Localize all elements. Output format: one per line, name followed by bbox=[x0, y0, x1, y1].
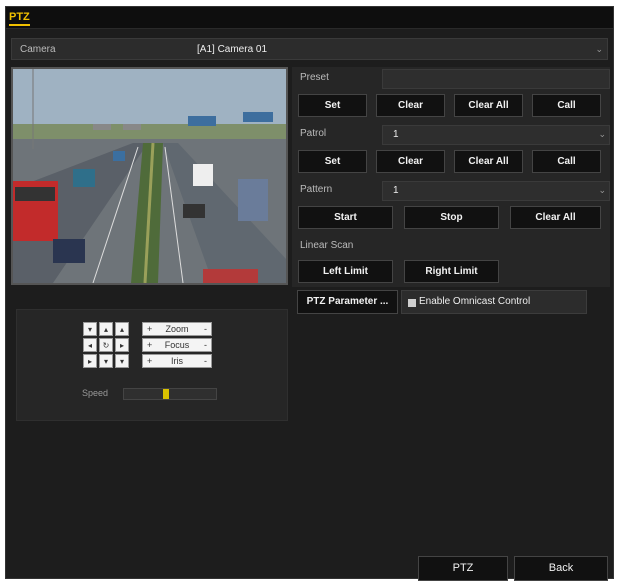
patrol-value: 1 bbox=[393, 129, 399, 140]
focus-far-button[interactable]: - bbox=[204, 339, 207, 351]
omnicast-label: Enable Omnicast Control bbox=[419, 296, 531, 307]
iris-close-button[interactable]: - bbox=[204, 355, 207, 367]
window-title: PTZ bbox=[9, 11, 30, 26]
speed-label: Speed bbox=[82, 388, 109, 398]
arrow-right-icon[interactable]: ▸ bbox=[115, 338, 129, 352]
focus-label: Focus bbox=[164, 340, 190, 350]
arrow-down-right-icon[interactable]: ▾ bbox=[115, 354, 129, 368]
auto-rotate-icon[interactable]: ↻ bbox=[99, 338, 113, 352]
chevron-down-icon: ⌄ bbox=[598, 185, 606, 195]
left-limit-button[interactable]: Left Limit bbox=[298, 260, 393, 283]
chevron-down-icon: ⌄ bbox=[598, 129, 606, 139]
patrol-call-button[interactable]: Call bbox=[532, 150, 601, 173]
pattern-label: Pattern bbox=[300, 184, 333, 195]
right-limit-button[interactable]: Right Limit bbox=[404, 260, 499, 283]
speed-slider-handle[interactable] bbox=[163, 389, 169, 399]
preset-label: Preset bbox=[300, 72, 329, 83]
pattern-stop-button[interactable]: Stop bbox=[404, 206, 499, 229]
arrow-up-icon[interactable]: ▴ bbox=[99, 322, 113, 336]
pattern-value: 1 bbox=[393, 185, 399, 196]
arrow-up-right-icon[interactable]: ▴ bbox=[115, 322, 129, 336]
preset-set-button[interactable]: Set bbox=[298, 94, 367, 117]
pattern-clear-all-button[interactable]: Clear All bbox=[510, 206, 601, 229]
ptz-settings-panel: Preset Set Clear Clear All Call Patrol 1… bbox=[292, 67, 610, 287]
iris-control[interactable]: + Iris - bbox=[142, 354, 212, 368]
preset-clear-button[interactable]: Clear bbox=[376, 94, 445, 117]
zoom-out-button[interactable]: - bbox=[204, 323, 207, 335]
patrol-clear-all-button[interactable]: Clear All bbox=[454, 150, 523, 173]
arrow-down-left-icon[interactable]: ▸ bbox=[83, 354, 97, 368]
preset-clear-all-button[interactable]: Clear All bbox=[454, 94, 523, 117]
focus-control[interactable]: + Focus - bbox=[142, 338, 212, 352]
ptz-window: PTZ Camera [A1] Camera 01 ⌄ Preset Set C… bbox=[5, 6, 614, 581]
camera-select[interactable]: Camera [A1] Camera 01 ⌄ bbox=[11, 38, 608, 60]
checkbox-checked-icon[interactable] bbox=[408, 299, 416, 307]
omnicast-checkbox[interactable]: Enable Omnicast Control bbox=[401, 290, 587, 314]
pattern-start-button[interactable]: Start bbox=[298, 206, 393, 229]
speed-slider[interactable] bbox=[123, 388, 217, 400]
preset-call-button[interactable]: Call bbox=[532, 94, 601, 117]
arrow-up-left-icon[interactable]: ▾ bbox=[83, 322, 97, 336]
patrol-set-button[interactable]: Set bbox=[298, 150, 367, 173]
arrow-down-icon[interactable]: ▾ bbox=[99, 354, 113, 368]
zoom-label: Zoom bbox=[165, 324, 189, 334]
live-video-view bbox=[11, 67, 288, 285]
patrol-clear-button[interactable]: Clear bbox=[376, 150, 445, 173]
camera-label: Camera bbox=[20, 44, 56, 55]
linear-scan-label: Linear Scan bbox=[300, 240, 354, 251]
preset-select[interactable] bbox=[382, 69, 610, 89]
title-bar: PTZ bbox=[6, 7, 613, 29]
chevron-down-icon: ⌄ bbox=[595, 44, 603, 54]
patrol-label: Patrol bbox=[300, 128, 327, 139]
zoom-control[interactable]: + Zoom - bbox=[142, 322, 212, 336]
pattern-select[interactable]: 1 ⌄ bbox=[382, 181, 610, 201]
ptz-parameter-button[interactable]: PTZ Parameter ... bbox=[297, 290, 398, 314]
back-button[interactable]: Back bbox=[514, 556, 608, 581]
patrol-select[interactable]: 1 ⌄ bbox=[382, 125, 610, 145]
ptz-button[interactable]: PTZ bbox=[418, 556, 508, 581]
arrow-left-icon[interactable]: ◂ bbox=[83, 338, 97, 352]
camera-value: [A1] Camera 01 bbox=[197, 44, 268, 55]
iris-label: Iris bbox=[171, 356, 183, 366]
